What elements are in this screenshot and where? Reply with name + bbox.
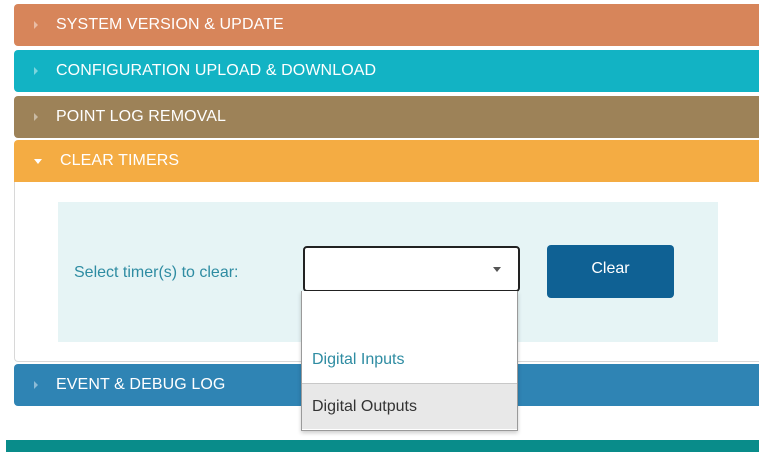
section-title: SYSTEM VERSION & UPDATE	[56, 16, 284, 33]
section-config-upload-header[interactable]: CONFIGURATION UPLOAD & DOWNLOAD	[14, 50, 759, 92]
caret-down-icon	[34, 158, 42, 164]
section-point-log-header[interactable]: POINT LOG REMOVAL	[14, 96, 759, 138]
timer-select-label: Select timer(s) to clear:	[74, 264, 239, 281]
section-title: EVENT & DEBUG LOG	[56, 376, 226, 393]
caret-right-icon	[34, 67, 38, 75]
page: SYSTEM VERSION & UPDATE CONFIGURATION UP…	[0, 0, 759, 452]
clear-button[interactable]: Clear	[547, 245, 674, 298]
chevron-down-icon	[493, 267, 501, 272]
section-title: POINT LOG REMOVAL	[56, 108, 227, 125]
section-system-version-header[interactable]: SYSTEM VERSION & UPDATE	[14, 4, 759, 46]
footer-bar	[6, 440, 759, 452]
dropdown-option-blank[interactable]	[302, 291, 517, 337]
timer-select[interactable]	[303, 246, 520, 292]
timer-select-dropdown: Digital Inputs Digital Outputs	[301, 291, 518, 431]
section-clear-timers-header[interactable]: CLEAR TIMERS	[14, 140, 759, 182]
section-title: CLEAR TIMERS	[60, 152, 180, 169]
section-title: CONFIGURATION UPLOAD & DOWNLOAD	[56, 62, 377, 79]
dropdown-option-digital-inputs[interactable]: Digital Inputs	[302, 337, 517, 383]
dropdown-option-digital-outputs[interactable]: Digital Outputs	[302, 383, 517, 429]
caret-right-icon	[34, 21, 38, 29]
caret-right-icon	[34, 381, 38, 389]
caret-right-icon	[34, 113, 38, 121]
